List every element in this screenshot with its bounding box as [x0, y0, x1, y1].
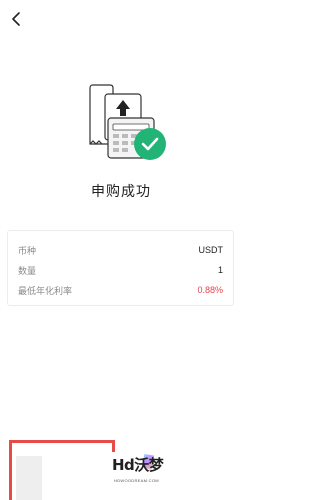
detail-value-rate: 0.88%: [197, 285, 223, 295]
watermark-logo: Hd沃梦: [112, 456, 164, 474]
detail-row-min-apr: 最低年化利率 0.88%: [18, 282, 223, 298]
subscription-details-card: 币种 USDT 数量 1 最低年化利率 0.88%: [7, 230, 234, 306]
red-frame-tick: [112, 440, 115, 452]
gray-patch: [16, 456, 42, 500]
detail-label: 数量: [18, 265, 37, 276]
status-title: 申购成功: [91, 183, 151, 199]
watermark: Hd沃梦 HDWOODREAM.COM: [110, 454, 190, 494]
receipt-success-icon: [89, 84, 166, 160]
detail-row-quantity: 数量 1: [18, 262, 223, 278]
back-button[interactable]: [8, 10, 26, 28]
detail-label: 币种: [18, 245, 37, 256]
detail-label: 最低年化利率: [18, 285, 73, 296]
detail-value: 1: [217, 265, 223, 275]
chevron-left-icon: [12, 12, 20, 26]
watermark-subtext: HDWOODREAM.COM: [114, 478, 159, 483]
detail-row-currency: 币种 USDT: [18, 242, 223, 258]
success-illustration: [84, 84, 170, 166]
detail-value: USDT: [198, 245, 224, 255]
